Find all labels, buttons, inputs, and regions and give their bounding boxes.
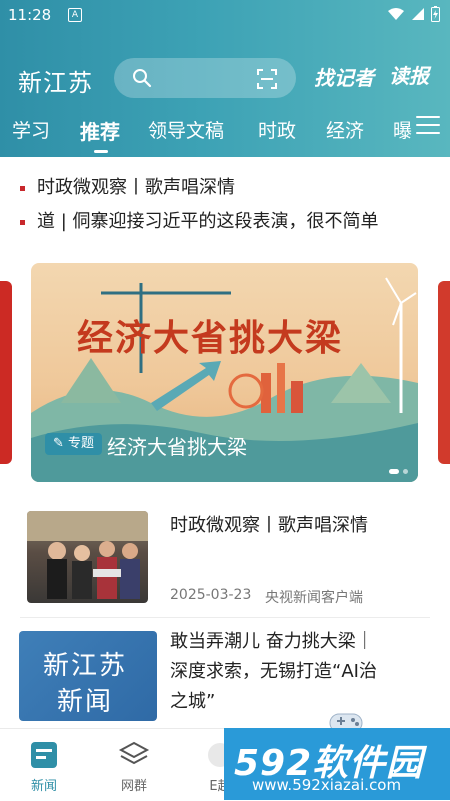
status-time: 11:28 [8,6,52,24]
prev-banner-peek[interactable] [0,281,12,464]
tab-study[interactable]: 学习 [12,116,50,143]
search-icon [133,69,152,88]
channel-tabs: 学习 推荐 领导文稿 时政 经济 曝 [0,116,450,156]
banner-art-title: 经济大省挑大梁 [77,318,344,359]
layers-icon [118,741,150,765]
site-watermark: 592软件园 www.592xiazai.com [224,728,450,800]
next-banner-peek[interactable] [438,281,450,464]
news-item[interactable]: 新江苏 新闻 敢当弄潮儿 奋力挑大梁｜ 深度求索，无锡打造“AI治 之城” [0,625,450,725]
news-title-line: 之城” [170,691,216,712]
headline-item[interactable]: 道 | 侗寨迎接习近平的这段表演，很不简单 [20,207,379,233]
bullet-icon [20,219,25,225]
notification-icon: A [68,8,82,22]
bullet-icon [20,185,25,191]
tab-recommend[interactable]: 推荐 [80,116,120,145]
banner-carousel[interactable]: 经济大省挑大梁 ✎ 专题 经济大省挑大梁 [0,263,450,483]
news-thumbnail: 新江苏 新闻 [19,631,157,721]
banner-caption: 经济大省挑大梁 [107,435,247,459]
news-source: 央视新闻客户端 [265,590,363,606]
tabbar-label: 网群 [120,779,147,794]
news-title: 时政微观察丨歌声唱深情 [170,515,368,536]
battery-icon [431,6,440,22]
status-right [387,6,440,22]
tab-exposure[interactable]: 曝 [393,116,412,143]
status-bar: 11:28 A [0,0,450,30]
tab-politics[interactable]: 时政 [258,116,296,143]
news-item[interactable]: 时政微观察丨歌声唱深情 2025-03-23 央视新闻客户端 [0,505,450,606]
topic-badge-label: 专题 [68,436,95,451]
tabbar-label: 新闻 [30,779,57,794]
news-icon [31,742,57,768]
headline-list: 时政微观察丨歌声唱深情 道 | 侗寨迎接习近平的这段表演，很不简单 [0,157,450,263]
wifi-icon [388,8,404,20]
news-title-line: 深度求索，无锡打造“AI治 [170,661,377,682]
news-date: 2025-03-23 [170,587,252,603]
list-divider [20,617,430,618]
photo-illustration [27,511,148,599]
read-paper-button[interactable]: 读报 [389,60,429,89]
active-tab-indicator [94,150,108,153]
headline-item[interactable]: 时政微观察丨歌声唱深情 [20,173,235,199]
scan-icon[interactable] [256,68,278,90]
thumb-brand-line2: 新闻 [57,687,114,717]
thumb-brand-line1: 新江苏 [43,651,128,681]
app-header: 11:28 A 新江苏 找记者 读报 学习 推荐 领导文稿 时政 经济 曝 [0,0,450,157]
app-brand: 新江苏 [18,69,93,97]
headline-text: 时政微观察丨歌声唱深情 [37,177,235,198]
news-thumbnail [27,511,148,603]
carousel-dots [389,469,408,474]
search-bar[interactable] [114,58,296,98]
signal-icon [412,8,424,20]
banner-slide[interactable]: 经济大省挑大梁 ✎ 专题 经济大省挑大梁 [31,263,418,482]
tab-economy[interactable]: 经济 [326,116,364,143]
watermark-url: www.592xiazai.com [252,776,402,794]
tab-leader-articles[interactable]: 领导文稿 [148,116,224,143]
topic-badge: ✎ 专题 [45,433,103,455]
channel-menu-icon[interactable] [416,116,440,138]
find-reporter-button[interactable]: 找记者 [314,62,374,91]
headline-text: 道 | 侗寨迎接习近平的这段表演，很不简单 [37,211,379,232]
news-title-line: 敢当弄潮儿 奋力挑大梁｜ [170,631,374,652]
